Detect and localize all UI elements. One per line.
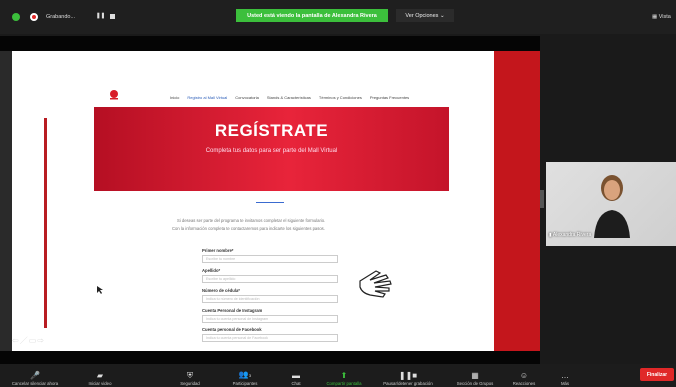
intro-text-line1: Si deseas ser parte del programa te invi… [177,218,326,223]
breakout-rooms-button[interactable]: ▦ Sección de Grupos [450,364,500,387]
end-meeting-button[interactable]: Finalizar [640,368,674,381]
arrow-left-icon[interactable]: ⇦ [12,336,20,345]
nav-item-inicio[interactable]: Inicio [170,95,179,100]
hand-pointer-icon [359,270,392,298]
grid-view-icon: ▦ [652,14,658,20]
participant-avatar [594,175,630,238]
instagram-input[interactable]: Indica tu cuenta personal de Instagram [202,315,338,323]
nav-item-registro[interactable]: Registro al Mall Virtual [187,95,227,100]
shared-screen-bottom-band [0,351,540,364]
site-nav: Inicio Registro al Mall Virtual Convocat… [170,95,409,100]
view-label: Vista [658,14,671,20]
stop-recording-icon[interactable] [110,14,115,19]
section-divider [256,202,284,203]
website-page: Inicio Registro al Mall Virtual Convocat… [12,51,494,351]
page-red-side-strip [494,51,540,351]
security-shield-icon[interactable] [12,13,20,21]
pause-stop-icon: ❚❚■ [398,371,418,380]
unmute-button[interactable]: 🎤 Cancelar silenciar ahora [6,364,64,387]
hero-title: REGÍSTRATE [214,121,329,140]
share-arrow-icon: ⬆ [340,371,348,380]
pause-recording-icon[interactable]: ❚❚ [96,13,105,19]
pause-stop-recording-button[interactable]: ❚❚■ Pausar/detener grabación [374,364,442,387]
annotation-tools[interactable]: ⇦／▭⇨ [12,335,45,346]
last-name-label: Apellido* [202,268,221,273]
hero-banner: REGÍSTRATE Completa tus datos para ser p… [94,107,449,191]
view-button[interactable]: ▦ Vista [652,14,671,20]
arrow-right-icon[interactable]: ⇨ [37,336,45,345]
view-options-button[interactable]: Ver Opciones ⌄ [396,9,454,22]
more-button[interactable]: … Más [554,364,576,387]
recording-icon [30,13,38,21]
emoji-icon: ☺ [519,371,529,380]
ellipsis-icon: … [561,371,569,380]
shared-screen-top-band [0,36,540,51]
start-video-button[interactable]: ▰ Iniciar video [80,364,120,387]
reactions-button[interactable]: ☺ Reacciones [506,364,542,387]
mouse-cursor-icon [97,286,103,294]
screen-share-banner: Usted está viendo la pantalla de Alexand… [236,9,388,22]
participant-name: Alexandra Rivera [552,232,592,238]
people-icon: 👥3 [238,370,252,379]
instagram-label: Cuenta Personal de Instagram [202,308,263,313]
participants-button[interactable]: 👥3 Participantes [222,364,268,387]
participant-name-tag: ▮ Alexandra Rivera [549,232,591,238]
pen-icon[interactable]: ／ [20,336,29,345]
security-button[interactable]: ⛨ Seguridad [170,364,210,387]
chat-bubble-icon: ▬ [292,371,300,380]
first-name-label: Primer nombre* [202,248,234,253]
intro-text-line2: Con la información completa te contactar… [172,226,325,231]
nav-item-stands[interactable]: Stands & Características [267,95,311,100]
chat-button[interactable]: ▬ Chat [282,364,310,387]
hero-subtitle: Completa tus datos para ser parte del Ma… [205,148,338,154]
page-left-accent-bar [44,118,47,328]
facebook-label: Cuenta personal de Facebook [202,327,262,332]
microphone-icon: 🎤 [30,371,40,380]
view-options-label: Ver Opciones [405,12,439,19]
site-logo [110,90,118,100]
first-name-input[interactable]: Escribe tu nombre [202,255,338,263]
screen-icon[interactable]: ▭ [29,336,38,345]
share-screen-button[interactable]: ⬆ Compartir pantalla [316,364,372,387]
id-number-label: Número de cédula* [202,288,240,293]
facebook-input[interactable]: Indica tu cuenta personal de Facebook [202,334,338,342]
recording-label: Grabando... [46,14,76,20]
id-number-input[interactable]: Indica tu número de identificación [202,295,338,303]
mic-off-icon: ▮ [549,232,552,238]
panel-resize-handle[interactable] [540,190,544,208]
participants-count: 3 [248,373,252,378]
chevron-down-icon: ⌄ [439,12,445,19]
last-name-input[interactable]: Escribe tu apellido [202,275,338,283]
nav-item-faq[interactable]: Preguntas Frecuentes [370,95,409,100]
grid-icon: ▦ [471,371,479,380]
nav-item-convocatoria[interactable]: Convocatoria [235,95,259,100]
nav-item-terminos[interactable]: Términos y Condiciones [319,95,362,100]
shield-icon: ⛨ [187,371,193,380]
video-off-icon: ▰ [96,371,104,380]
